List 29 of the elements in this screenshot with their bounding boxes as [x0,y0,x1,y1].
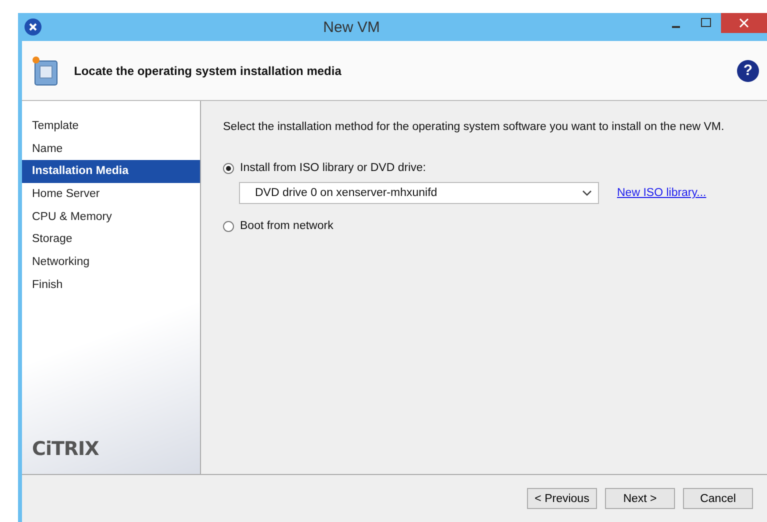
close-x-icon [24,18,42,36]
help-button[interactable]: ? [737,60,759,82]
minimize-icon [672,26,680,28]
close-button[interactable] [721,13,767,33]
page-heading: Locate the operating system installation media [74,64,342,78]
option-label[interactable]: Install from ISO library or DVD drive: [240,162,426,174]
dialog-button[interactable]: < Previous [527,488,597,509]
dialog-button[interactable]: Next > [605,488,675,509]
maximize-icon [701,18,711,28]
sidebar-item[interactable]: Storage [22,228,200,252]
sidebar-item[interactable]: Finish [22,274,200,296]
logo: CiTRIX [32,438,99,460]
new-iso-library-link[interactable]: New ISO library... [617,187,706,199]
radio-button[interactable] [223,220,234,232]
window-title: New VM [322,18,381,36]
dropdown[interactable]: DVD drive 0 on xenserver-mhxunifd [239,182,599,204]
instruction-text: Select the installation method for the operating system software you want to install on the new VM. [223,121,726,133]
sidebar-item[interactable]: Home Server [22,183,200,206]
option-label[interactable]: Boot from network [240,220,334,232]
sidebar-item[interactable]: Template [22,115,200,138]
sidebar-item[interactable]: Installation Media [22,160,200,184]
close-icon [739,18,749,28]
dialog-button[interactable]: Cancel [683,488,753,509]
disc-box-icon [32,56,60,86]
sidebar-item[interactable]: Name [22,138,200,160]
sidebar-item[interactable]: CPU & Memory [22,206,200,228]
sidebar-item[interactable]: Networking [22,251,200,274]
radio-button[interactable] [223,162,234,174]
chevron-down-icon [582,190,592,196]
